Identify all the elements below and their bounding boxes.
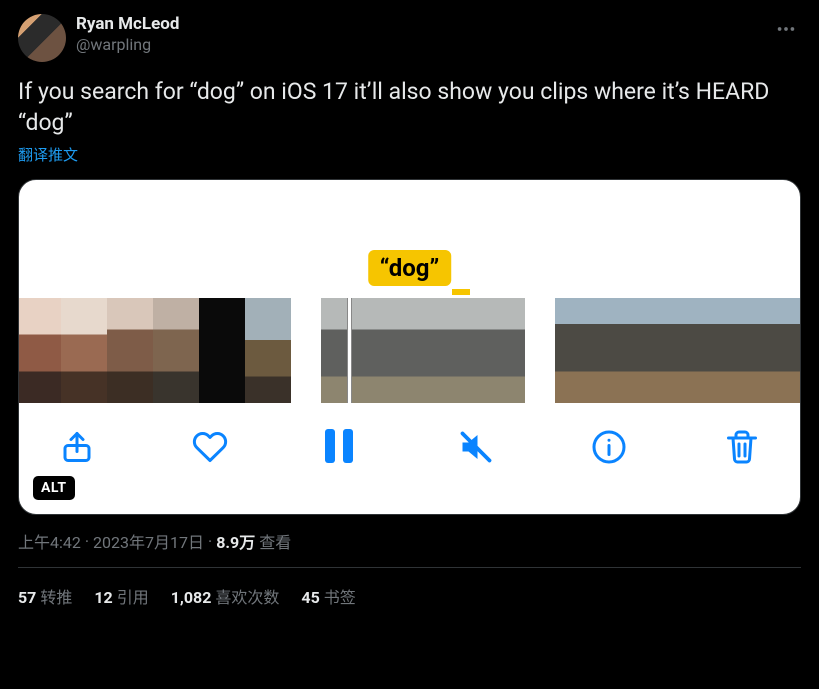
info-icon — [591, 429, 627, 465]
playhead[interactable] — [347, 298, 352, 403]
heart-icon — [192, 429, 228, 465]
clip-thumbnail — [765, 298, 800, 403]
author-names[interactable]: Ryan McLeod @warpling — [76, 14, 179, 55]
clip-thumbnail — [681, 298, 723, 403]
clip-group-3[interactable] — [555, 298, 800, 403]
clip-group-2[interactable] — [321, 298, 525, 403]
clip-thumbnail — [723, 298, 765, 403]
meta-separator: · — [208, 532, 212, 551]
delete-button[interactable] — [724, 429, 760, 465]
likes-stat[interactable]: 1,082喜欢次数 — [171, 584, 280, 608]
info-button[interactable] — [591, 429, 627, 465]
quotes-stat[interactable]: 12 引用 — [94, 584, 148, 608]
clip-thumbnail — [389, 298, 457, 403]
quotes-count: 12 — [94, 588, 112, 607]
retweets-label: 转推 — [40, 588, 72, 607]
clip-thumbnail — [555, 298, 597, 403]
tweet-meta[interactable]: 上午4:42 · 2023年7月17日 · 8.9万 查看 — [18, 529, 801, 553]
likes-label: 喜欢次数 — [215, 588, 279, 607]
media-whitespace — [19, 180, 800, 258]
like-button[interactable] — [192, 429, 228, 465]
more-horizontal-icon — [775, 18, 797, 40]
tweet-text: If you search for “dog” on iOS 17 it’ll … — [18, 76, 801, 138]
clip-thumbnail — [639, 298, 681, 403]
share-icon — [59, 429, 95, 465]
meta-separator: · — [85, 532, 89, 551]
author-handle: @warpling — [76, 35, 179, 55]
share-button[interactable] — [59, 429, 95, 465]
volume-mute-icon — [458, 429, 494, 465]
clip-thumbnail — [199, 298, 245, 403]
bookmarks-stat[interactable]: 45 书签 — [301, 584, 355, 608]
tweet-header: Ryan McLeod @warpling — [18, 14, 801, 62]
bookmarks-count: 45 — [301, 588, 319, 607]
avatar[interactable] — [18, 14, 66, 62]
author-display-name: Ryan McLeod — [76, 14, 179, 35]
clip-thumbnail — [321, 298, 389, 403]
search-term-chip: “dog” — [368, 250, 452, 286]
clip-thumbnail — [61, 298, 107, 403]
translate-link[interactable]: 翻译推文 — [18, 144, 801, 165]
media-toolbar — [19, 403, 800, 465]
clip-thumbnail — [107, 298, 153, 403]
pause-button[interactable] — [325, 429, 361, 465]
clip-thumbnail — [19, 298, 61, 403]
views-count: 8.9万 — [216, 529, 255, 553]
clip-thumbnail — [457, 298, 525, 403]
tweet-time: 上午4:42 — [18, 529, 81, 553]
video-timeline[interactable] — [19, 298, 800, 403]
media-attachment[interactable]: “dog” — [18, 179, 801, 515]
clip-thumbnail — [597, 298, 639, 403]
clip-thumbnail — [245, 298, 291, 403]
pause-icon — [325, 429, 361, 463]
tweet-date: 2023年7月17日 — [93, 529, 204, 553]
trash-icon — [724, 429, 760, 465]
more-options-button[interactable] — [771, 14, 801, 44]
engagement-stats: 57转推 12 引用 1,082喜欢次数 45 书签 — [18, 568, 801, 608]
bookmarks-label: 书签 — [324, 588, 356, 607]
quotes-label: 引用 — [117, 588, 149, 607]
clip-thumbnail — [153, 298, 199, 403]
tweet-container: Ryan McLeod @warpling If you search for … — [0, 0, 819, 608]
clip-group-1[interactable] — [19, 298, 291, 403]
likes-count: 1,082 — [171, 588, 212, 607]
chip-pointer — [452, 289, 470, 295]
alt-text-badge[interactable]: ALT — [33, 476, 75, 500]
retweets-stat[interactable]: 57转推 — [18, 584, 72, 608]
views-label: 查看 — [259, 529, 291, 553]
mute-button[interactable] — [458, 429, 494, 465]
retweets-count: 57 — [18, 588, 36, 607]
